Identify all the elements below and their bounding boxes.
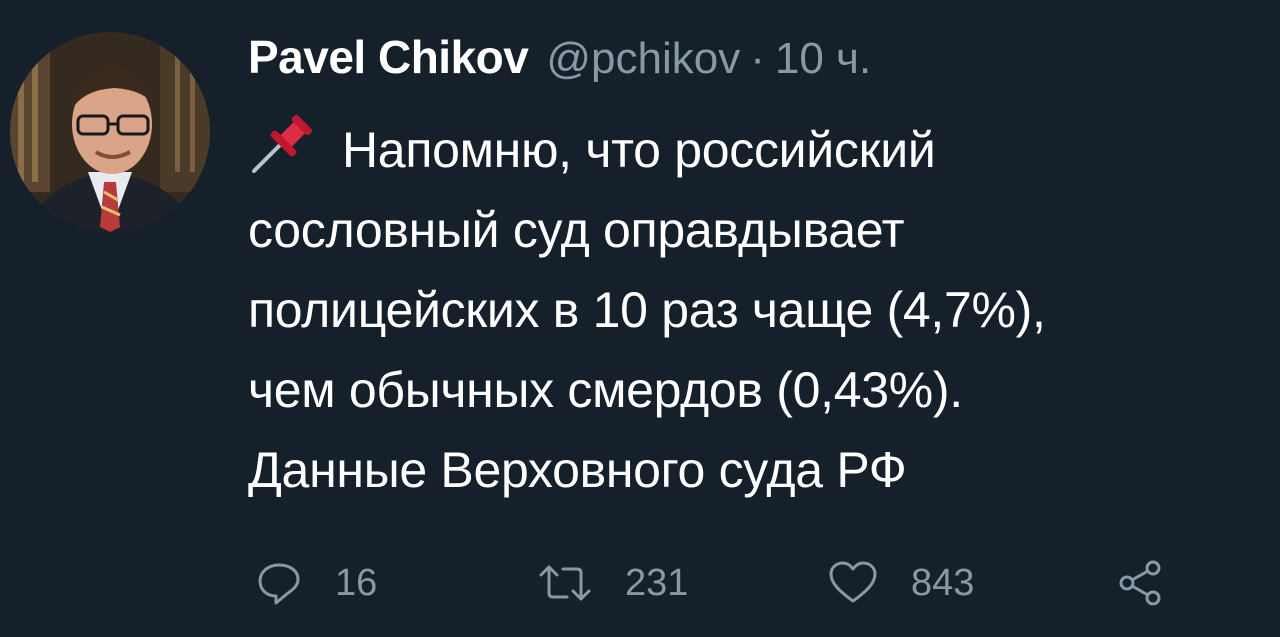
separator-dot: · bbox=[750, 34, 765, 83]
heart-icon bbox=[829, 561, 877, 603]
tweet-header: Pavel Chikov @pchikov · 10 ч. bbox=[248, 30, 1258, 98]
like-count: 843 bbox=[911, 561, 975, 604]
tweet-timestamp[interactable]: 10 ч. bbox=[775, 34, 871, 84]
reply-icon bbox=[258, 563, 300, 605]
share-button[interactable] bbox=[1117, 555, 1163, 611]
tweet-actions: 16 231 843 bbox=[255, 555, 1175, 611]
tweet-text-line-2: сословный суд оправдывает bbox=[248, 202, 905, 258]
tweet-text-line-4: чем обычных смердов (0,43%). bbox=[248, 362, 963, 418]
tweet-text-line: Напомню, что российский bbox=[248, 110, 1258, 190]
retweet-button[interactable]: 231 bbox=[537, 555, 688, 611]
tweet-content: Pavel Chikov @pchikov · 10 ч. Напомню, ч… bbox=[248, 30, 1258, 510]
retweet-count: 231 bbox=[625, 561, 689, 604]
tweet-text-line-5: Данные Верховного суда РФ bbox=[248, 442, 907, 498]
like-button[interactable]: 843 bbox=[827, 555, 974, 611]
retweet-icon bbox=[539, 565, 591, 601]
reply-button[interactable]: 16 bbox=[255, 555, 377, 611]
author-name[interactable]: Pavel Chikov bbox=[248, 30, 529, 84]
share-icon bbox=[1119, 560, 1161, 606]
avatar[interactable] bbox=[10, 32, 210, 232]
tweet-text: Напомню, что российский сословный суд оп… bbox=[248, 110, 1258, 510]
tweet-text-line-1: Напомню, что российский bbox=[342, 122, 936, 178]
avatar-photo bbox=[10, 32, 210, 232]
author-handle[interactable]: @pchikov bbox=[546, 34, 740, 84]
pushpin-icon bbox=[248, 113, 324, 173]
reply-count: 16 bbox=[335, 561, 378, 604]
tweet-text-line-3: полицейских в 10 раз чаще (4,7%), bbox=[248, 282, 1046, 338]
tweet-card: Pavel Chikov @pchikov · 10 ч. Напомню, ч… bbox=[0, 0, 1280, 637]
